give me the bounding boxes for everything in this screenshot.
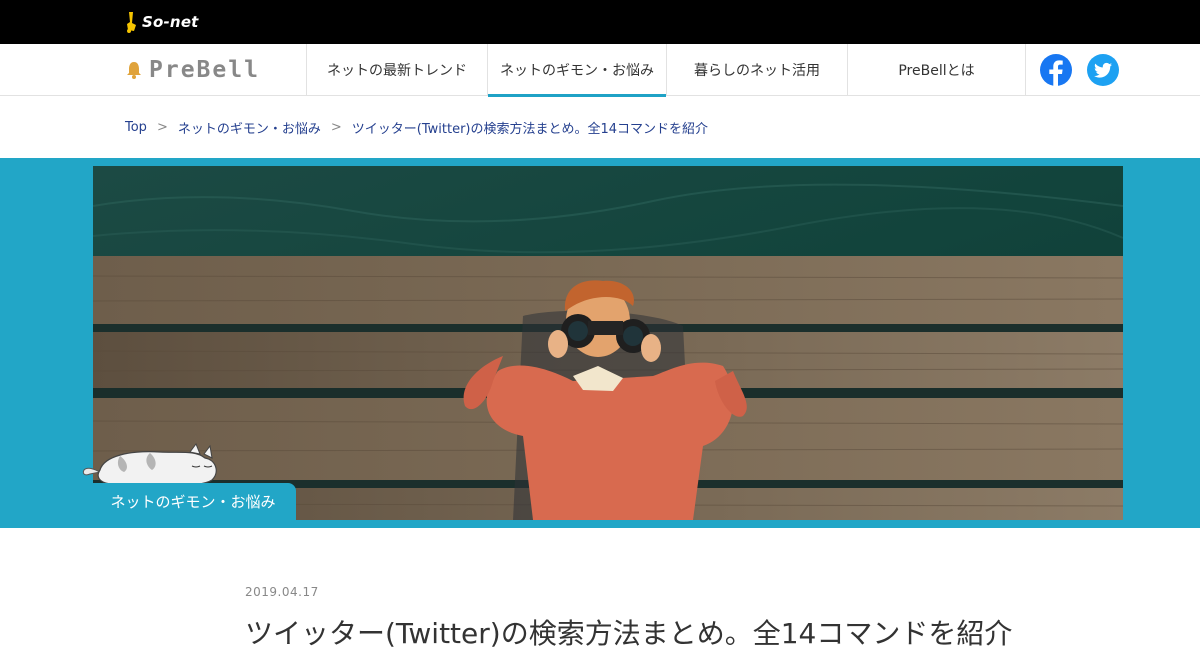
category-tag[interactable]: ネットのギモン・お悩み [90, 483, 296, 520]
breadcrumb-separator: > [330, 119, 342, 135]
top-bar: So-net [0, 0, 1200, 44]
nav-item-life[interactable]: 暮らしのネット活用 [666, 44, 847, 96]
sonet-brand-text: So-net [142, 13, 199, 31]
prebell-logo-text: PreBell [149, 57, 260, 83]
prebell-logo[interactable]: PreBell [125, 57, 260, 83]
post-title: ツイッター(Twitter)の検索方法まとめ。全14コマンドを紹介 [245, 617, 1013, 650]
bell-icon [127, 62, 141, 79]
nav-item-label: PreBellとは [898, 63, 975, 79]
nav-menu: ネットの最新トレンド ネットのギモン・お悩み 暮らしのネット活用 PreBell… [306, 44, 1026, 97]
breadcrumb-category[interactable]: ネットのギモン・お悩み [178, 118, 321, 137]
breadcrumb-separator: > [156, 119, 168, 135]
nav-item-label: ネットの最新トレンド [327, 63, 467, 79]
breadcrumb-current[interactable]: ツイッター(Twitter)の検索方法まとめ。全14コマンドを紹介 [352, 118, 708, 137]
breadcrumb: Top > ネットのギモン・お悩み > ツイッター(Twitter)の検索方法ま… [125, 118, 708, 137]
post-date: 2019.04.17 [245, 585, 319, 599]
hero-image [93, 166, 1123, 520]
nav-item-trend[interactable]: ネットの最新トレンド [306, 44, 487, 96]
hero-illustration [93, 166, 1123, 520]
facebook-button[interactable] [1040, 54, 1072, 86]
breadcrumb-top[interactable]: Top [125, 120, 147, 135]
nav-item-label: ネットのギモン・お悩み [500, 63, 654, 79]
nav-item-questions[interactable]: ネットのギモン・お悩み [487, 44, 666, 97]
sonet-logo[interactable]: So-net [124, 10, 199, 34]
twitter-button[interactable] [1087, 54, 1119, 86]
twitter-icon [1094, 62, 1112, 78]
facebook-icon [1049, 60, 1063, 86]
nav-item-about[interactable]: PreBellとは [847, 44, 1026, 96]
sonet-mark-icon [127, 12, 136, 33]
main-nav: PreBell ネットの最新トレンド ネットのギモン・お悩み 暮らしのネット活用… [0, 44, 1200, 97]
nav-item-label: 暮らしのネット活用 [694, 63, 820, 79]
